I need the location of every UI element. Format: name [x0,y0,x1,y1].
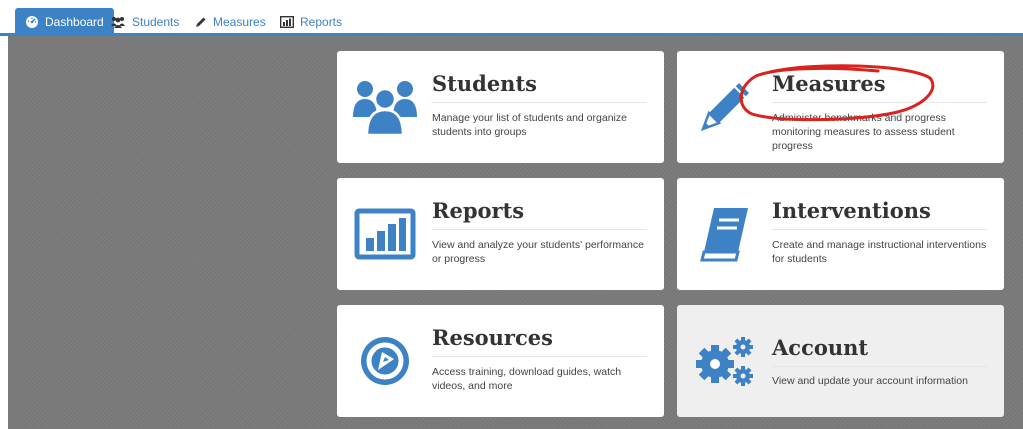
card-title: Resources [432,325,647,357]
bar-chart-icon [337,178,432,290]
tab-label: Reports [300,15,343,29]
dashboard-gauge-icon [25,15,39,29]
card-title: Measures [772,71,987,103]
card-description: Access training, download guides, watch … [432,366,622,392]
card-title: Account [772,335,987,367]
card-description: Administer benchmarks and progress monit… [772,112,955,152]
account-card[interactable]: Account View and update your account inf… [677,305,1004,417]
pencil-icon [194,16,207,29]
interventions-card[interactable]: Interventions Create and manage instruct… [677,178,1004,290]
gears-icon [677,305,772,417]
card-title: Reports [432,198,647,230]
card-description: View and analyze your students' performa… [432,239,644,265]
tab-label: Dashboard [45,15,104,29]
card-title: Interventions [772,198,987,230]
users-icon [110,16,126,29]
resources-card[interactable]: Resources Access training, download guid… [337,305,664,417]
top-navigation: Dashboard Students Measures Reports [0,0,1023,36]
measures-card[interactable]: Measures Administer benchmarks and progr… [677,51,1004,163]
students-card[interactable]: Students Manage your list of students an… [337,51,664,163]
play-compass-icon [337,305,432,417]
book-icon [677,178,772,290]
card-description: Create and manage instructional interven… [772,239,987,265]
card-description: Manage your list of students and organiz… [432,112,627,138]
tab-label: Measures [213,15,266,29]
students-group-icon [337,51,432,163]
bar-chart-icon [280,16,294,28]
tab-students[interactable]: Students [100,8,189,36]
pencil-icon [677,51,772,163]
card-title: Students [432,71,647,103]
tab-reports[interactable]: Reports [270,8,352,36]
tab-label: Students [132,15,180,29]
reports-card[interactable]: Reports View and analyze your students' … [337,178,664,290]
tab-dashboard[interactable]: Dashboard [15,8,114,36]
card-description: View and update your account information [772,375,968,387]
tab-measures[interactable]: Measures [184,8,276,36]
